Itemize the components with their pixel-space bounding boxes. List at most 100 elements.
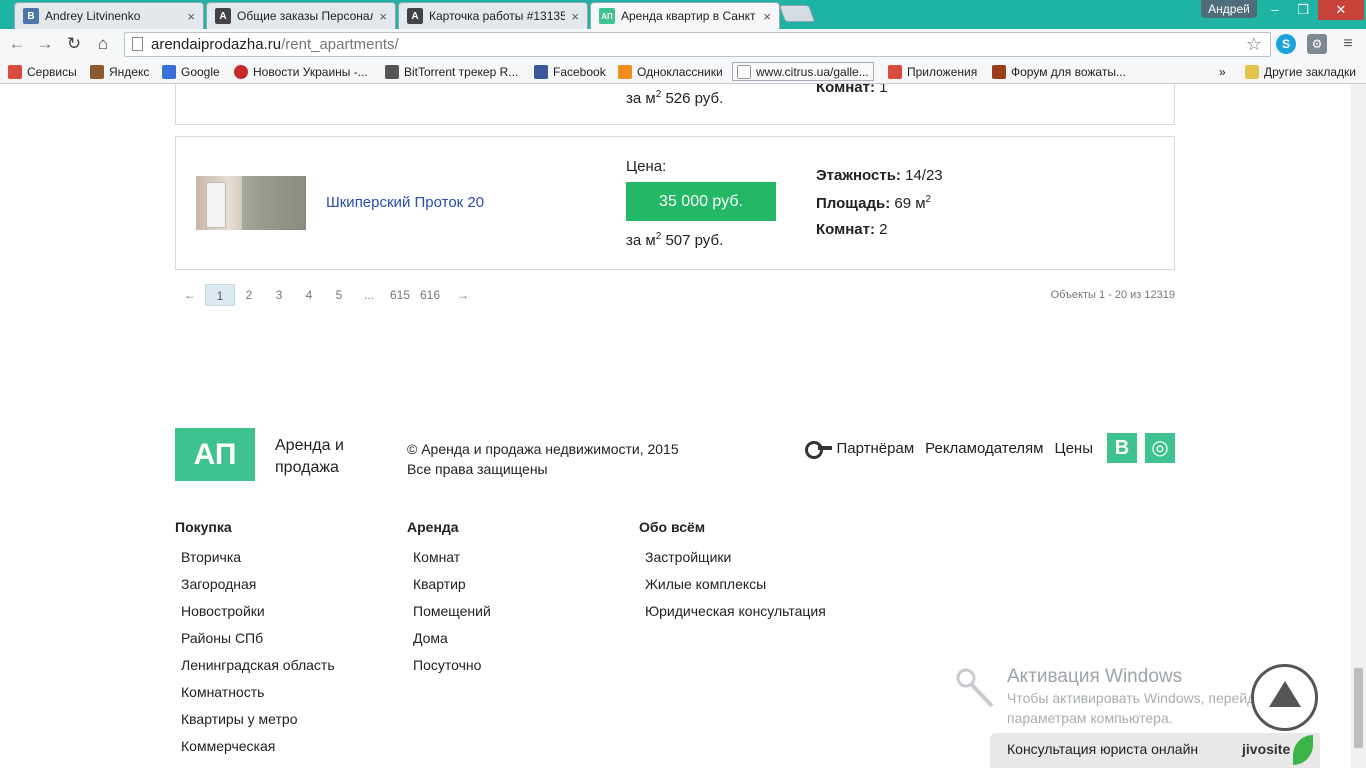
tab-close-icon[interactable]: × bbox=[763, 9, 771, 24]
profile-badge[interactable]: Андрей bbox=[1201, 0, 1257, 18]
tab-vk[interactable]: B Andrey Litvinenko × bbox=[14, 2, 204, 29]
home-icon[interactable]: ⌂ bbox=[91, 32, 115, 56]
footer-link[interactable]: Новостройки bbox=[175, 601, 335, 628]
page-icon bbox=[737, 64, 751, 79]
footer-column-about: Обо всём Застройщики Жилые комплексы Юри… bbox=[639, 517, 826, 628]
footer-column-title: Обо всём bbox=[639, 519, 706, 535]
copyright-line: © Аренда и продажа недвижимости, 2015 bbox=[407, 441, 679, 457]
footer-column-title: Аренда bbox=[407, 519, 459, 535]
brand-line: Аренда и bbox=[275, 437, 344, 454]
area-label: Площадь: bbox=[816, 195, 891, 212]
restore-button[interactable]: ❐ bbox=[1290, 0, 1316, 20]
back-icon[interactable]: ← bbox=[5, 32, 29, 56]
copyright: © Аренда и продажа недвижимости, 2015 Вс… bbox=[407, 439, 679, 479]
bookmark-google[interactable]: Google bbox=[162, 62, 220, 81]
footer-link[interactable]: Комнат bbox=[407, 547, 491, 574]
bookmark-services[interactable]: Сервисы bbox=[8, 62, 77, 81]
page-ellipsis: ... bbox=[363, 288, 374, 302]
forward-icon[interactable]: → bbox=[33, 32, 57, 56]
prev-page-button[interactable]: ← bbox=[180, 284, 200, 306]
per-m2-value: 507 руб. bbox=[665, 232, 724, 249]
photo-fridge-detail bbox=[206, 182, 226, 228]
footer-link[interactable]: Комнатность bbox=[175, 682, 335, 709]
other-bookmarks[interactable]: Другие закладки bbox=[1245, 62, 1356, 81]
scroll-to-top-button[interactable] bbox=[1251, 664, 1318, 731]
footer-link[interactable]: Застройщики bbox=[639, 547, 826, 574]
close-window-button[interactable]: ✕ bbox=[1318, 0, 1364, 20]
footer-link[interactable]: Дома bbox=[407, 628, 491, 655]
vk-social-icon[interactable]: В bbox=[1107, 433, 1137, 463]
skype-icon[interactable]: S bbox=[1276, 34, 1296, 54]
apps-grid-icon bbox=[888, 64, 902, 79]
footer-link[interactable]: Помещений bbox=[407, 601, 491, 628]
partners-link[interactable]: Партнёрам bbox=[837, 440, 915, 457]
bookmark-apps[interactable]: Приложения bbox=[888, 62, 977, 81]
bookmark-label: Facebook bbox=[553, 64, 606, 79]
page-link[interactable]: 5 bbox=[329, 284, 349, 306]
bookmark-citrus[interactable]: www.citrus.ua/galle... bbox=[732, 62, 874, 81]
footer-link[interactable]: Районы СПб bbox=[175, 628, 335, 655]
footer-link[interactable]: Посуточно bbox=[407, 655, 491, 682]
bookmark-odnoklassniki[interactable]: Одноклассники bbox=[618, 62, 723, 81]
reload-icon[interactable]: ↻ bbox=[62, 32, 86, 56]
tab-close-icon[interactable]: × bbox=[571, 9, 579, 24]
bookmark-facebook[interactable]: Facebook bbox=[534, 62, 606, 81]
scrollbar-thumb[interactable] bbox=[1354, 668, 1363, 748]
bookmark-label: BitTorrent трекер R... bbox=[404, 64, 519, 79]
instagram-social-icon[interactable]: ◎ bbox=[1145, 433, 1175, 463]
price-label: Цена: bbox=[626, 158, 667, 175]
bookmark-yandex[interactable]: Яндекс bbox=[90, 62, 149, 81]
page-link[interactable]: 4 bbox=[299, 284, 319, 306]
footer-link[interactable]: Ленинградская область bbox=[175, 655, 335, 682]
tab-close-icon[interactable]: × bbox=[187, 9, 195, 24]
menu-icon[interactable]: ≡ bbox=[1338, 34, 1358, 54]
address-bar[interactable]: arendaiprodazha.ru/rent_apartments/ ☆ bbox=[124, 32, 1271, 57]
listing-photo[interactable] bbox=[196, 176, 306, 230]
footer-link[interactable]: Юридическая консультация bbox=[639, 601, 826, 628]
page-link[interactable]: 616 bbox=[415, 284, 445, 306]
site-logo[interactable]: АП bbox=[175, 428, 255, 481]
page-link-current[interactable]: 1 bbox=[205, 284, 235, 306]
next-page-button[interactable]: → bbox=[453, 284, 473, 306]
jivosite-leaf-icon bbox=[1293, 735, 1313, 765]
bookmark-label: Приложения bbox=[907, 64, 978, 79]
new-tab-button[interactable] bbox=[778, 5, 816, 22]
footer-link[interactable]: Квартир bbox=[407, 574, 491, 601]
tab-orders[interactable]: A Общие заказы Персонал × bbox=[206, 2, 396, 29]
bookmark-label: Форум для вожаты... bbox=[1011, 64, 1126, 79]
per-m2-sup: 2 bbox=[655, 231, 662, 242]
bookmark-bittorrent[interactable]: BitTorrent трекер R... bbox=[385, 62, 518, 81]
minimize-button[interactable]: – bbox=[1262, 0, 1288, 20]
footer-link[interactable]: Квартиры у метро bbox=[175, 709, 335, 736]
footer-link[interactable]: Коммерческая bbox=[175, 736, 335, 763]
bookmark-star-icon[interactable]: ☆ bbox=[1246, 33, 1262, 56]
rooms-spec: Комнат: 2 bbox=[816, 221, 887, 238]
bookmarks-overflow-button[interactable]: » bbox=[1219, 62, 1226, 81]
tab-work-card[interactable]: A Карточка работы #13135 × bbox=[398, 2, 588, 29]
footer-column-rent: Аренда Комнат Квартир Помещений Дома Пос… bbox=[407, 517, 491, 682]
key-icon bbox=[804, 441, 833, 459]
page-link[interactable]: 3 bbox=[269, 284, 289, 306]
tab-rent-apartments[interactable]: АП Аренда квартир в Санкт × bbox=[590, 2, 780, 29]
footer-link[interactable]: Вторичка bbox=[175, 547, 335, 574]
page-link[interactable]: 615 bbox=[385, 284, 415, 306]
footer-link[interactable]: Загородная bbox=[175, 574, 335, 601]
browser-tab-bar: B Andrey Litvinenko × A Общие заказы Пер… bbox=[0, 0, 1366, 29]
bookmark-news[interactable]: Новости Украины -... bbox=[234, 62, 368, 81]
area-spec: Площадь: 69 м2 bbox=[816, 194, 931, 212]
page-link[interactable]: 2 bbox=[239, 284, 259, 306]
price-per-m2: за м2 526 руб. bbox=[626, 89, 723, 107]
a-icon: A bbox=[215, 8, 231, 24]
footer-link[interactable]: Жилые комплексы bbox=[639, 574, 826, 601]
scrollbar[interactable] bbox=[1351, 84, 1366, 768]
chat-widget[interactable]: Консультация юриста онлайн jivosite bbox=[990, 733, 1320, 768]
extension-icon[interactable]: ⚙ bbox=[1307, 34, 1327, 54]
vk-icon: B bbox=[23, 8, 39, 24]
jivosite-logo: jivosite bbox=[1242, 741, 1291, 757]
advertisers-link[interactable]: Рекламодателям bbox=[925, 440, 1043, 457]
prices-link[interactable]: Цены bbox=[1054, 440, 1093, 457]
bookmark-forum[interactable]: Форум для вожаты... bbox=[992, 62, 1126, 81]
price-button[interactable]: 35 000 руб. bbox=[626, 182, 776, 221]
listing-title-link[interactable]: Шкиперский Проток 20 bbox=[326, 194, 484, 211]
tab-close-icon[interactable]: × bbox=[379, 9, 387, 24]
